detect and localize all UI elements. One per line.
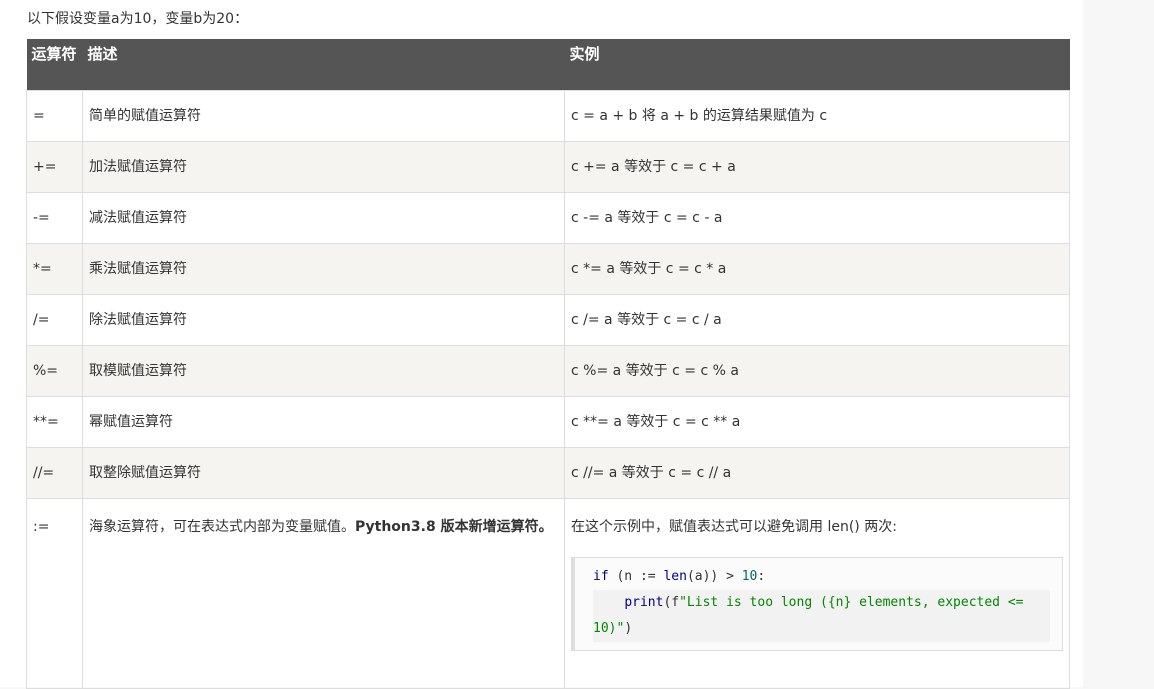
table-row: /= 除法赋值运算符 c /= a 等效于 c = c / a: [26, 293, 1070, 346]
code-plain: (a)) >: [686, 568, 742, 584]
table-row-walrus: := 海象运算符，可在表达式内部为变量赋值。Python3.8 版本新增运算符。…: [26, 497, 1070, 689]
table-row: *= 乘法赋值运算符 c *= a 等效于 c = c * a: [26, 242, 1070, 295]
operator-cell: =: [26, 89, 83, 142]
code-plain: :: [757, 568, 766, 584]
table-row: -= 减法赋值运算符 c -= a 等效于 c = c - a: [26, 191, 1070, 244]
walrus-version-note: Python3.8 版本新增运算符。: [355, 518, 553, 535]
example-cell: c %= a 等效于 c = c % a: [564, 344, 1070, 397]
description-cell: 海象运算符，可在表达式内部为变量赋值。Python3.8 版本新增运算符。: [82, 497, 565, 689]
example-cell: c = a + b 将 a + b 的运算结果赋值为 c: [564, 89, 1070, 142]
description-cell: 减法赋值运算符: [82, 191, 565, 244]
table-row: += 加法赋值运算符 c += a 等效于 c = c + a: [26, 140, 1070, 193]
walrus-example-text: 在这个示例中，赋值表达式可以避免调用 len() 两次:: [571, 518, 897, 535]
operator-cell: :=: [26, 497, 83, 689]
code-line-2: print(f"List is too long ({n} elements, …: [593, 589, 1050, 642]
code-function: len: [663, 568, 687, 584]
header-example: 实例: [564, 39, 1070, 90]
intro-text: 以下假设变量a为10，变量b为20：: [27, 11, 249, 27]
description-cell: 加法赋值运算符: [82, 140, 565, 193]
code-keyword: if: [593, 568, 609, 584]
example-cell: c /= a 等效于 c = c / a: [564, 293, 1070, 346]
operator-cell: %=: [26, 344, 83, 397]
description-cell: 取整除赋值运算符: [82, 446, 565, 499]
code-plain: (n :=: [608, 568, 664, 584]
example-cell: c *= a 等效于 c = c * a: [564, 242, 1070, 295]
code-block: if (n := len(a)) > 10: print(f"List is t…: [571, 556, 1063, 651]
operator-cell: //=: [26, 446, 83, 499]
operator-cell: *=: [26, 242, 83, 295]
header-description: 描述: [82, 39, 565, 90]
operator-cell: -=: [26, 191, 83, 244]
code-plain: (f: [663, 594, 680, 610]
description-cell: 除法赋值运算符: [82, 293, 565, 346]
example-cell: c //= a 等效于 c = c // a: [564, 446, 1070, 499]
example-cell: c -= a 等效于 c = c - a: [564, 191, 1070, 244]
header-operator: 运算符: [26, 39, 83, 90]
description-cell: 取模赋值运算符: [82, 344, 565, 397]
code-number: 10: [741, 568, 758, 584]
example-cell: c **= a 等效于 c = c ** a: [564, 395, 1070, 448]
code-line-1: if (n := len(a)) > 10:: [593, 564, 1050, 590]
operator-cell: +=: [26, 140, 83, 193]
operator-cell: /=: [26, 293, 83, 346]
assignment-operators-table: 运算符 描述 实例 = 简单的赋值运算符 c = a + b 将 a + b 的…: [26, 39, 1070, 689]
code-function: print: [624, 594, 664, 610]
walrus-description: 海象运算符，可在表达式内部为变量赋值。: [89, 518, 355, 535]
description-cell: 幂赋值运算符: [82, 395, 565, 448]
table-row: //= 取整除赋值运算符 c //= a 等效于 c = c // a: [26, 446, 1070, 499]
operator-cell: **=: [26, 395, 83, 448]
table-row: **= 幂赋值运算符 c **= a 等效于 c = c ** a: [26, 395, 1070, 448]
table-header-row: 运算符 描述 实例: [26, 39, 1070, 90]
table-row: %= 取模赋值运算符 c %= a 等效于 c = c % a: [26, 344, 1070, 397]
example-cell: 在这个示例中，赋值表达式可以避免调用 len() 两次: if (n := le…: [564, 497, 1070, 689]
code-plain: ): [624, 620, 633, 636]
example-cell: c += a 等效于 c = c + a: [564, 140, 1070, 193]
description-cell: 乘法赋值运算符: [82, 242, 565, 295]
content-page: 以下假设变量a为10，变量b为20： 运算符 描述 实例 = 简单的赋值运算符 …: [0, 0, 1083, 689]
description-cell: 简单的赋值运算符: [82, 89, 565, 142]
table-row: = 简单的赋值运算符 c = a + b 将 a + b 的运算结果赋值为 c: [26, 89, 1070, 142]
